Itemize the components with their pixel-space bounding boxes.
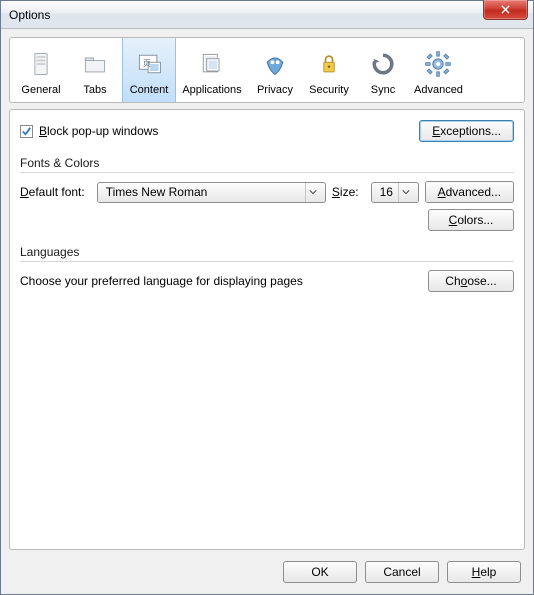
languages-row: Choose your preferred language for displ… — [20, 270, 514, 292]
privacy-icon — [259, 48, 291, 80]
tab-sync[interactable]: Sync — [356, 38, 410, 102]
default-font-value: Times New Roman — [106, 185, 208, 199]
tab-security[interactable]: Security — [302, 38, 356, 102]
category-toolbar: General Tabs 页 Content Applications Priv… — [9, 37, 525, 103]
tabs-icon — [79, 48, 111, 80]
fonts-row: Default font: Times New Roman Size: 16 A… — [20, 181, 514, 203]
default-font-label: Default font: — [20, 185, 85, 199]
tab-label: Sync — [371, 84, 395, 96]
checkmark-icon — [21, 126, 32, 137]
choose-language-button[interactable]: Choose... — [428, 270, 514, 292]
tab-applications[interactable]: Applications — [176, 38, 248, 102]
titlebar: Options — [1, 1, 533, 29]
close-icon — [500, 5, 511, 14]
content-panel: Block pop-up windows Exceptions... Fonts… — [9, 109, 525, 550]
block-popups-label[interactable]: Block pop-up windows — [39, 124, 158, 138]
size-label: Size: — [332, 185, 359, 199]
tab-label: General — [21, 84, 60, 96]
tab-tabs[interactable]: Tabs — [68, 38, 122, 102]
block-popups-checkbox[interactable] — [20, 125, 33, 138]
fonts-group-label: Fonts & Colors — [20, 156, 514, 170]
chevron-down-icon — [305, 183, 321, 202]
gear-icon — [422, 48, 454, 80]
ok-button[interactable]: OK — [283, 561, 357, 583]
tab-content[interactable]: 页 Content — [122, 38, 176, 102]
tab-label: Advanced — [414, 84, 463, 96]
dialog-buttons: OK Cancel Help — [1, 550, 533, 594]
default-font-combo[interactable]: Times New Roman — [97, 182, 326, 203]
colors-row: Colors... — [20, 209, 514, 231]
size-value: 16 — [380, 185, 393, 199]
divider — [20, 261, 514, 262]
chevron-down-icon — [398, 183, 414, 202]
tab-general[interactable]: General — [14, 38, 68, 102]
tab-advanced[interactable]: Advanced — [410, 38, 467, 102]
sync-icon — [367, 48, 399, 80]
tab-label: Applications — [182, 84, 241, 96]
fonts-advanced-button[interactable]: Advanced... — [425, 181, 514, 203]
tab-privacy[interactable]: Privacy — [248, 38, 302, 102]
applications-icon — [196, 48, 228, 80]
security-icon — [313, 48, 345, 80]
languages-description: Choose your preferred language for displ… — [20, 274, 303, 288]
content-icon: 页 — [133, 48, 165, 80]
tab-label: Content — [130, 84, 169, 96]
languages-group-label: Languages — [20, 245, 514, 259]
divider — [20, 172, 514, 173]
help-button[interactable]: Help — [447, 561, 521, 583]
svg-text:页: 页 — [143, 59, 151, 68]
colors-button[interactable]: Colors... — [428, 209, 514, 231]
window-title: Options — [9, 8, 50, 22]
size-combo[interactable]: 16 — [371, 182, 419, 203]
general-icon — [25, 48, 57, 80]
tab-label: Security — [309, 84, 349, 96]
exceptions-button[interactable]: Exceptions... — [419, 120, 514, 142]
options-window: Options General Tabs 页 Content — [0, 0, 534, 595]
popup-row: Block pop-up windows Exceptions... — [20, 120, 514, 142]
tab-label: Privacy — [257, 84, 293, 96]
tab-label: Tabs — [83, 84, 106, 96]
cancel-button[interactable]: Cancel — [365, 561, 439, 583]
close-button[interactable] — [483, 0, 528, 20]
